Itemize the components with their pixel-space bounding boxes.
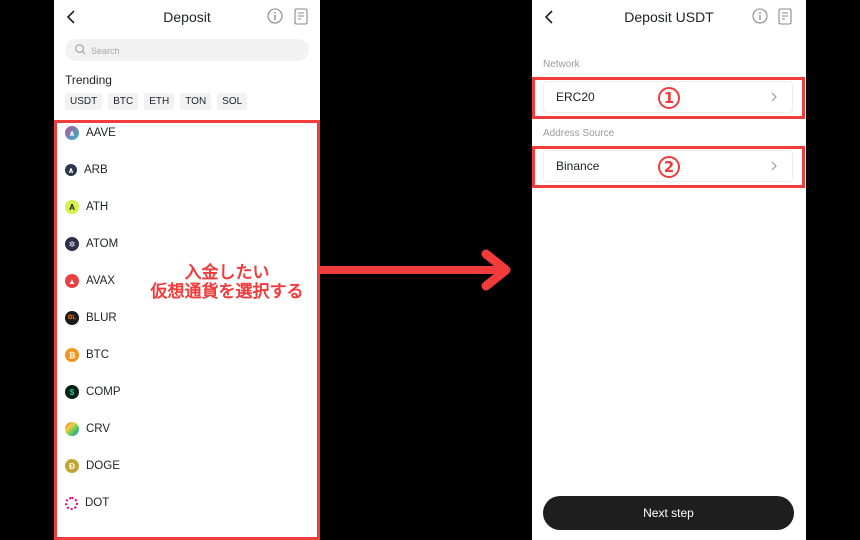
trending-chips: USDT BTC ETH TON SOL — [65, 93, 248, 110]
info-icon[interactable] — [752, 8, 768, 24]
arrow-right-icon — [318, 249, 511, 291]
deposit-screen: Deposit Trending USDT BTC ETH TON SOL ∧A… — [54, 0, 320, 540]
trending-chip-eth[interactable]: ETH — [144, 93, 175, 110]
highlight-box-coin-list — [54, 120, 320, 540]
annotation-line-1: 入金したい — [184, 263, 270, 283]
address-source-label: Address Source — [543, 128, 615, 139]
step-badge-1: 1 — [658, 87, 680, 109]
trending-label: Trending — [65, 73, 112, 87]
annotation-text: 入金したい 仮想通貨を選択する — [134, 264, 320, 302]
search-input[interactable] — [89, 42, 293, 60]
document-icon[interactable] — [294, 8, 308, 25]
search-bar[interactable] — [65, 39, 309, 61]
header: Deposit USDT — [532, 0, 806, 34]
trending-chip-usdt[interactable]: USDT — [65, 93, 103, 110]
deposit-usdt-screen: Deposit USDT Network ERC20 1 Address Sou… — [532, 0, 806, 540]
search-icon — [75, 44, 86, 55]
next-step-button[interactable]: Next step — [543, 496, 794, 530]
document-icon[interactable] — [778, 8, 792, 25]
header: Deposit — [54, 0, 320, 34]
annotation-line-2: 仮想通貨を選択する — [150, 282, 304, 302]
network-label: Network — [543, 59, 580, 70]
info-icon[interactable] — [267, 8, 283, 24]
trending-chip-ton[interactable]: TON — [180, 93, 212, 110]
step-badge-2: 2 — [658, 156, 680, 178]
trending-chip-btc[interactable]: BTC — [108, 93, 139, 110]
trending-chip-sol[interactable]: SOL — [217, 93, 248, 110]
